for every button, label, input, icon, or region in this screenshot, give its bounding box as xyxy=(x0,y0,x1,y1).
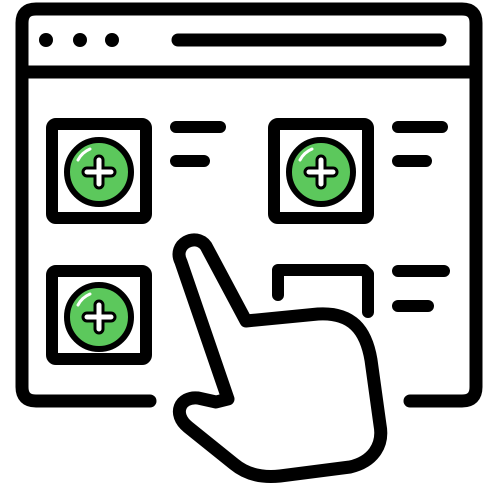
window-dot-icon[interactable] xyxy=(39,33,53,47)
browser-add-items-icon xyxy=(15,2,483,483)
plus-circle-icon[interactable] xyxy=(64,282,134,352)
tile-bottom-left[interactable] xyxy=(46,265,152,365)
tile-bottom-right[interactable] xyxy=(272,264,450,318)
window-dot-icon[interactable] xyxy=(105,33,119,47)
plus-circle-icon[interactable] xyxy=(286,137,356,207)
tile-top-right[interactable] xyxy=(268,118,448,224)
plus-circle-icon[interactable] xyxy=(64,137,134,207)
tile-top-left[interactable] xyxy=(46,118,226,224)
browser-illustration xyxy=(0,0,500,495)
window-dot-icon[interactable] xyxy=(73,33,87,47)
window-controls xyxy=(39,33,119,47)
